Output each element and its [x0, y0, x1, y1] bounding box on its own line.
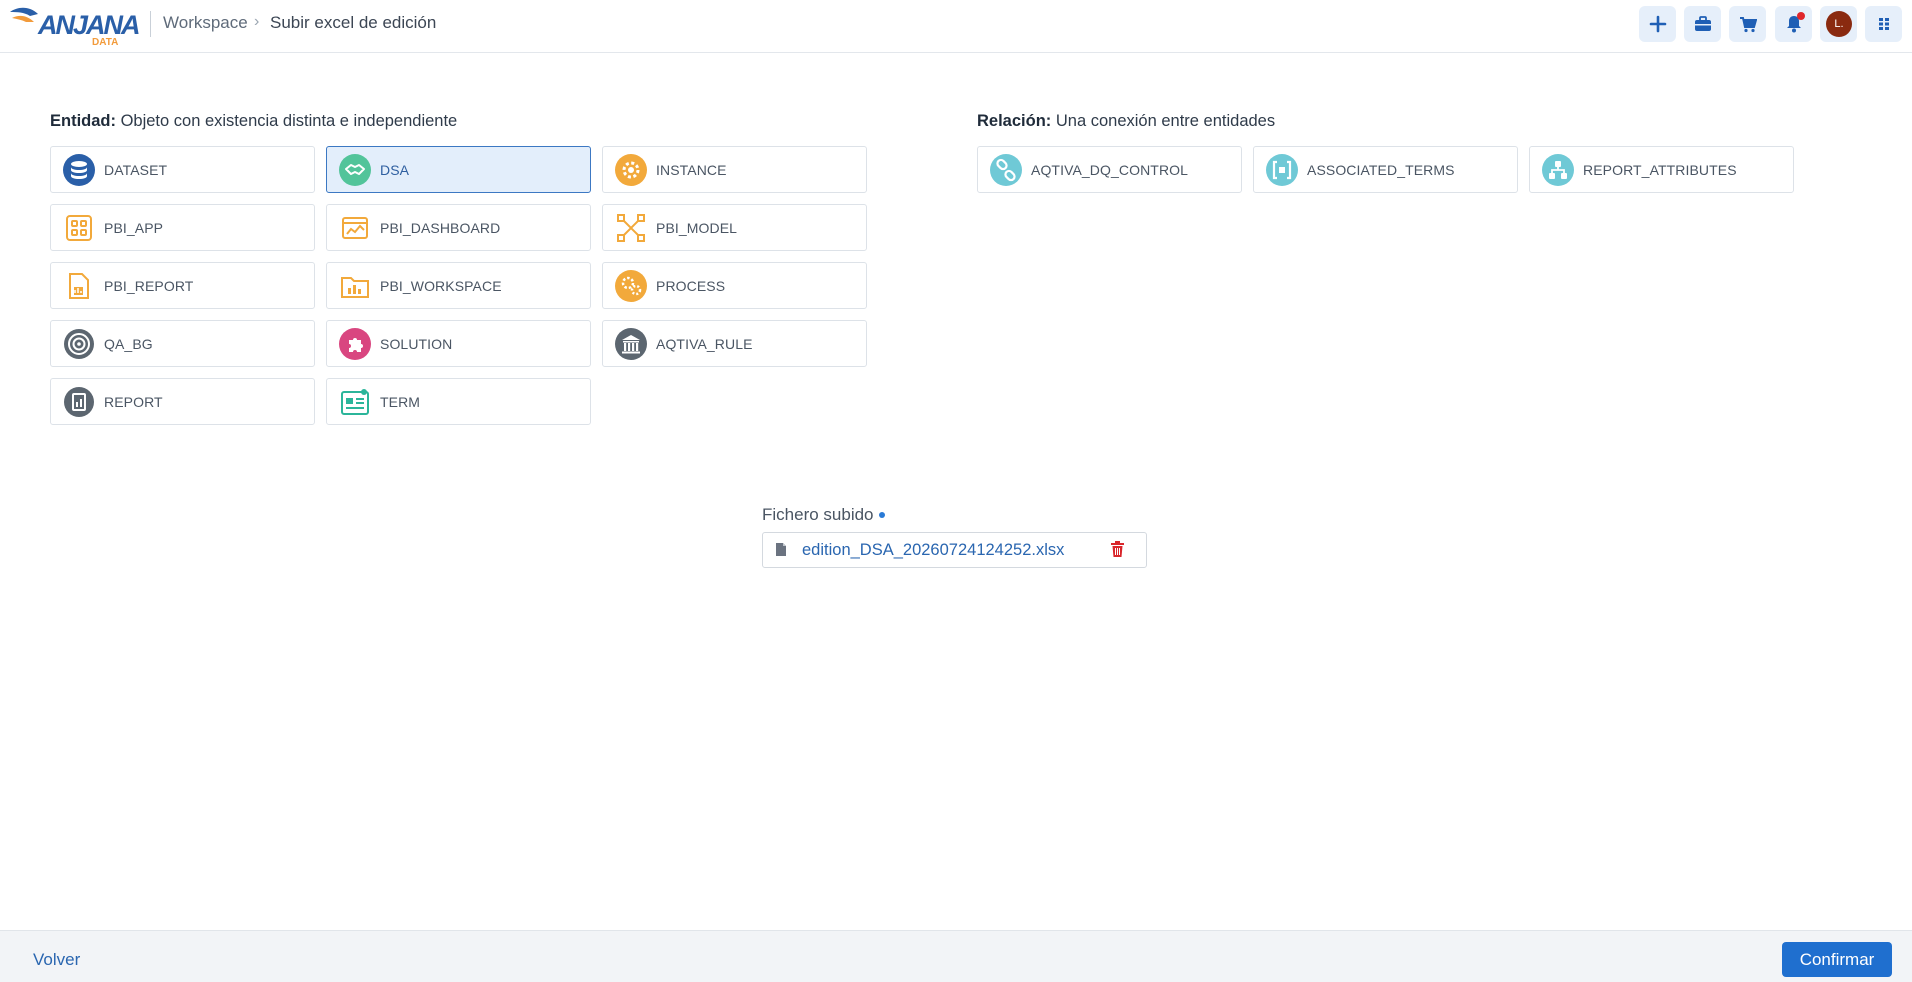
svg-text:ANJANA: ANJANA — [37, 10, 139, 40]
top-header: ANJANA DATA Workspace › Subir excel de e… — [0, 0, 1912, 53]
relation-label: REPORT_ATTRIBUTES — [1583, 161, 1737, 178]
relations-heading: Relación: Una conexión entre entidades — [977, 112, 1276, 130]
notification-badge — [1797, 12, 1805, 20]
entity-card-term[interactable]: TERM — [326, 378, 591, 425]
link-icon — [989, 153, 1023, 187]
cart-button[interactable] — [1729, 6, 1766, 42]
brackets-icon — [1265, 153, 1299, 187]
avatar[interactable]: L. — [1826, 11, 1852, 37]
breadcrumb-current: Subir excel de edición — [270, 13, 437, 32]
notifications-button[interactable] — [1775, 6, 1812, 42]
entity-card-solution[interactable]: SOLUTION — [326, 320, 591, 367]
add-button[interactable] — [1639, 6, 1676, 42]
svg-text:DATA: DATA — [92, 37, 118, 46]
database-icon — [62, 153, 96, 187]
entity-card-process[interactable]: PROCESS — [602, 262, 867, 309]
breadcrumb-workspace[interactable]: Workspace — [163, 13, 248, 33]
entity-label: DATASET — [104, 161, 168, 178]
entity-label: PBI_WORKSPACE — [380, 277, 502, 294]
folder-chart-icon — [338, 269, 372, 303]
breadcrumb-chevron-icon: › — [254, 13, 260, 30]
footer-bar: Volver Confirmar — [0, 930, 1912, 982]
entity-card-dsa[interactable]: DSA — [326, 146, 591, 193]
relation-label: ASSOCIATED_TERMS — [1307, 161, 1455, 178]
apps-button[interactable] — [1865, 6, 1902, 42]
entity-label: PBI_APP — [104, 219, 164, 236]
briefcase-icon — [1694, 16, 1711, 31]
anjana-logo[interactable]: ANJANA DATA — [8, 4, 141, 48]
uploaded-file-box: edition_DSA_20260724124252.xlsx — [762, 532, 1147, 568]
entity-card-instance[interactable]: INSTANCE — [602, 146, 867, 193]
entity-card-pbi-model[interactable]: PBI_MODEL — [602, 204, 867, 251]
delete-file-button[interactable] — [1110, 541, 1125, 563]
file-icon — [775, 542, 787, 562]
entity-card-pbi-app[interactable]: PBI_APP — [50, 204, 315, 251]
entity-label: REPORT — [104, 393, 163, 410]
plus-icon — [1649, 15, 1666, 33]
entity-card-dataset[interactable]: DATASET — [50, 146, 315, 193]
grid-icon — [1878, 18, 1889, 30]
entity-label: PBI_MODEL — [656, 219, 738, 236]
entity-card-pbi-workspace[interactable]: PBI_WORKSPACE — [326, 262, 591, 309]
relation-card-aqtiva-dq-control[interactable]: AQTIVA_DQ_CONTROL — [977, 146, 1242, 193]
trash-icon — [1111, 541, 1124, 557]
entity-label: INSTANCE — [656, 161, 727, 178]
entity-card-pbi-dashboard[interactable]: PBI_DASHBOARD — [326, 204, 591, 251]
entity-label: PROCESS — [656, 277, 726, 294]
uploaded-file-name[interactable]: edition_DSA_20260724124252.xlsx — [802, 541, 1064, 560]
gears-icon — [614, 269, 648, 303]
report-doc-icon — [62, 269, 96, 303]
relation-label: AQTIVA_DQ_CONTROL — [1031, 161, 1189, 178]
term-icon — [338, 385, 372, 419]
gear-icon — [614, 153, 648, 187]
entity-label: AQTIVA_RULE — [656, 335, 753, 352]
uploaded-file-label: Fichero subido — [762, 505, 874, 524]
entity-label: PBI_REPORT — [104, 277, 194, 294]
cart-icon — [1739, 16, 1757, 32]
app-grid-icon — [62, 211, 96, 245]
back-link[interactable]: Volver — [33, 950, 80, 970]
relation-card-report-attributes[interactable]: REPORT_ATTRIBUTES — [1529, 146, 1794, 193]
model-icon — [614, 211, 648, 245]
entity-label: TERM — [380, 393, 421, 410]
workspace-button[interactable] — [1684, 6, 1721, 42]
entity-card-qa-bg[interactable]: QA_BG — [50, 320, 315, 367]
entity-card-report[interactable]: REPORT — [50, 378, 315, 425]
entities-heading: Entidad: Objeto con existencia distinta … — [50, 112, 458, 130]
entity-label: DSA — [380, 161, 410, 178]
entity-label: QA_BG — [104, 335, 153, 352]
entity-card-aqtiva-rule[interactable]: AQTIVA_RULE — [602, 320, 867, 367]
dashboard-icon — [338, 211, 372, 245]
confirm-button[interactable]: Confirmar — [1782, 942, 1892, 977]
relation-card-associated-terms[interactable]: ASSOCIATED_TERMS — [1253, 146, 1518, 193]
target-icon — [62, 327, 96, 361]
puzzle-icon — [338, 327, 372, 361]
entity-card-pbi-report[interactable]: PBI_REPORT — [50, 262, 315, 309]
required-indicator — [879, 512, 885, 518]
report-icon — [62, 385, 96, 419]
logo-divider — [150, 11, 151, 37]
bank-icon — [614, 327, 648, 361]
entity-label: PBI_DASHBOARD — [380, 219, 501, 236]
hierarchy-icon — [1541, 153, 1575, 187]
entity-label: SOLUTION — [380, 335, 453, 352]
handshake-icon — [338, 153, 372, 187]
